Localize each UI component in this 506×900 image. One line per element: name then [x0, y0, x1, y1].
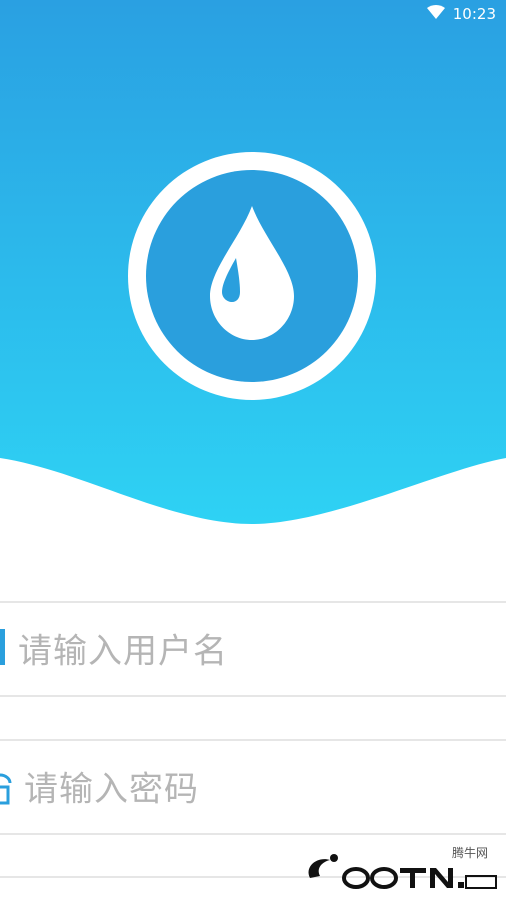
user-icon [0, 629, 6, 669]
wifi-icon [426, 5, 445, 23]
status-time: 10:23 [452, 5, 496, 23]
header-banner: 10:23 [0, 0, 506, 530]
username-field[interactable]: 请输入用户名 [0, 601, 506, 697]
username-placeholder: 请输入用户名 [18, 631, 228, 672]
app-logo [128, 152, 376, 400]
lock-icon [0, 765, 12, 809]
password-placeholder: 请输入密码 [24, 769, 199, 810]
status-bar: 10:23 [426, 0, 506, 28]
password-field[interactable]: 请输入密码 [0, 739, 506, 835]
watermark-small-text: 腾牛网 [451, 846, 488, 860]
watermark-logo: 腾牛网 [290, 844, 500, 894]
